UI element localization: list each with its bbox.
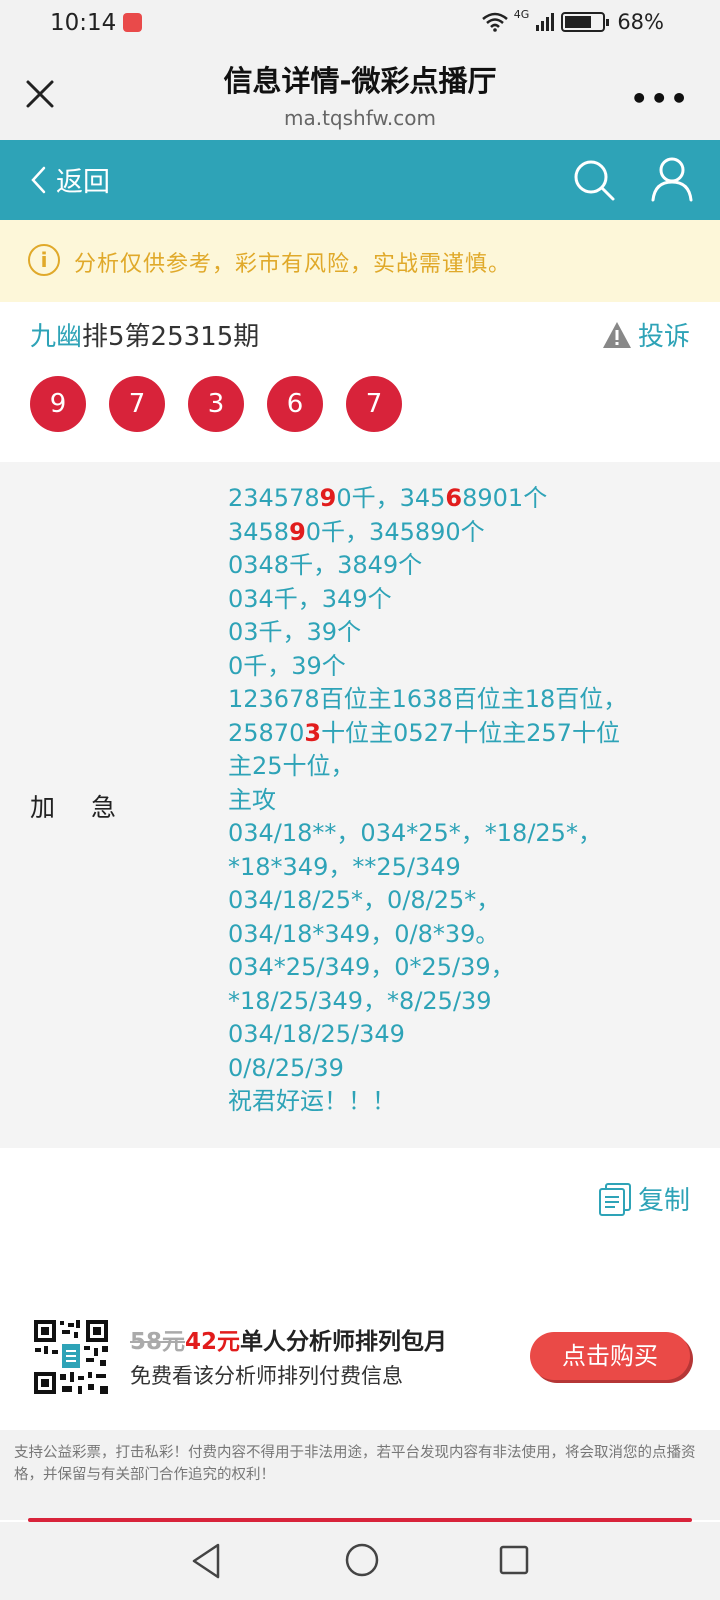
content-label: 加急 xyxy=(30,793,153,822)
qr-code-icon[interactable] xyxy=(32,1318,110,1396)
status-indicators: 4G 68% xyxy=(481,7,664,34)
analysis-line: 主攻 xyxy=(228,785,276,814)
analysis-line: 0千，39个 xyxy=(228,651,346,680)
analysis-line: 主25十位， xyxy=(228,752,355,780)
app-notification-icon xyxy=(123,13,142,32)
copy-button[interactable]: 复制 xyxy=(598,1180,690,1217)
number-ball: 9 xyxy=(30,376,86,432)
issue-title: 九幽排5第25315期 xyxy=(30,316,259,353)
battery-level: 68% xyxy=(617,10,664,34)
analysis-line: 034千，349个 xyxy=(228,584,392,613)
info-icon: i xyxy=(28,244,60,276)
warning-text: 分析仅供参考，彩市有风险，实战需谨慎。 xyxy=(74,252,512,277)
analysis-line: 0348千，3849个 xyxy=(228,551,423,579)
copy-label: 复制 xyxy=(637,1186,690,1216)
complain-button[interactable]: 投诉 xyxy=(602,316,690,353)
user-icon[interactable] xyxy=(650,156,694,202)
system-back-icon[interactable] xyxy=(188,1542,224,1580)
issue-number: 排5第25315期 xyxy=(82,322,260,352)
warning-triangle-icon xyxy=(602,321,631,348)
discount-price: 42元 xyxy=(185,1329,241,1355)
back-button[interactable]: 返回 xyxy=(30,160,110,199)
analysis-line: 祝君好运！！！ xyxy=(228,1087,396,1115)
analysis-line: *18/25/349，*8/25/39 xyxy=(228,986,492,1015)
network-type: 4G xyxy=(513,7,530,21)
copy-icon xyxy=(598,1182,631,1216)
promo-title-text: 单人分析师排列包月 xyxy=(240,1329,448,1355)
system-home-icon[interactable] xyxy=(344,1542,380,1578)
battery-icon xyxy=(561,12,610,32)
promo-title: 58元42元单人分析师排列包月 xyxy=(130,1322,447,1356)
back-label: 返回 xyxy=(56,167,110,198)
page-url: ma.tqshfw.com xyxy=(283,106,436,130)
subscription-promo: 58元42元单人分析师排列包月 免费看该分析师排列付费信息 点击购买 xyxy=(0,1300,720,1410)
analysis-line: 034/18/25*，0/8/25*， xyxy=(228,886,501,914)
analysis-line: *18*349，**25/349 xyxy=(228,852,461,881)
winning-numbers: 9 7 3 6 7 xyxy=(30,376,402,432)
buy-button[interactable]: 点击购买 xyxy=(530,1332,690,1380)
status-bar: 10:14 4G 68% xyxy=(0,0,720,48)
number-ball: 3 xyxy=(188,376,244,432)
analysis-line: 03千，39个 xyxy=(228,618,362,646)
analysis-line: 034/18*349，0/8*39。 xyxy=(228,919,500,948)
page-title: 信息详情-微彩点播厅 xyxy=(223,64,497,98)
analysis-line: 345890千，345890个 xyxy=(228,517,485,546)
analysis-line: 034/18/25/349 xyxy=(228,1020,405,1048)
analysis-lines: 23457890千，34568901个 345890千，345890个 0348… xyxy=(228,482,698,1119)
system-recents-icon[interactable] xyxy=(498,1544,530,1576)
analysis-line: 034/18**，034*25*，*18/25*， xyxy=(228,819,602,847)
site-nav-bar: 返回 xyxy=(0,140,720,220)
disclaimer-text: 支持公益彩票，打击私彩！付费内容不得用于非法用途，若平台发现内容有非法使用，将会… xyxy=(0,1430,720,1520)
analysis-line: 123678百位主1638百位主18百位， xyxy=(228,685,628,713)
promo-subtitle: 免费看该分析师排列付费信息 xyxy=(130,1364,403,1388)
analysis-line: 034*25/349，0*25/39， xyxy=(228,953,515,981)
analysis-line: 258703十位主0527十位主257十位 xyxy=(228,718,620,747)
analysis-content: 加急 23457890千，34568901个 345890千，345890个 0… xyxy=(0,462,720,1148)
more-options-icon[interactable]: ••• xyxy=(630,82,690,115)
system-navigation-bar xyxy=(0,1522,720,1600)
analysis-line: 0/8/25/39 xyxy=(228,1053,344,1082)
number-ball: 7 xyxy=(109,376,165,432)
chevron-left-icon xyxy=(31,166,46,193)
analysis-line: 23457890千，34568901个 xyxy=(228,484,548,512)
search-icon[interactable] xyxy=(572,158,616,202)
status-time: 10:14 xyxy=(50,10,117,36)
wifi-icon xyxy=(481,12,508,32)
analyst-name[interactable]: 九幽 xyxy=(30,322,82,352)
number-ball: 7 xyxy=(346,376,402,432)
complain-label: 投诉 xyxy=(637,322,690,352)
browser-title-bar: 信息详情-微彩点播厅 ma.tqshfw.com ••• xyxy=(0,48,720,140)
number-ball: 6 xyxy=(267,376,323,432)
risk-warning-banner: i 分析仅供参考，彩市有风险，实战需谨慎。 xyxy=(0,220,720,302)
original-price: 58元 xyxy=(130,1329,186,1355)
signal-icon xyxy=(536,13,555,31)
